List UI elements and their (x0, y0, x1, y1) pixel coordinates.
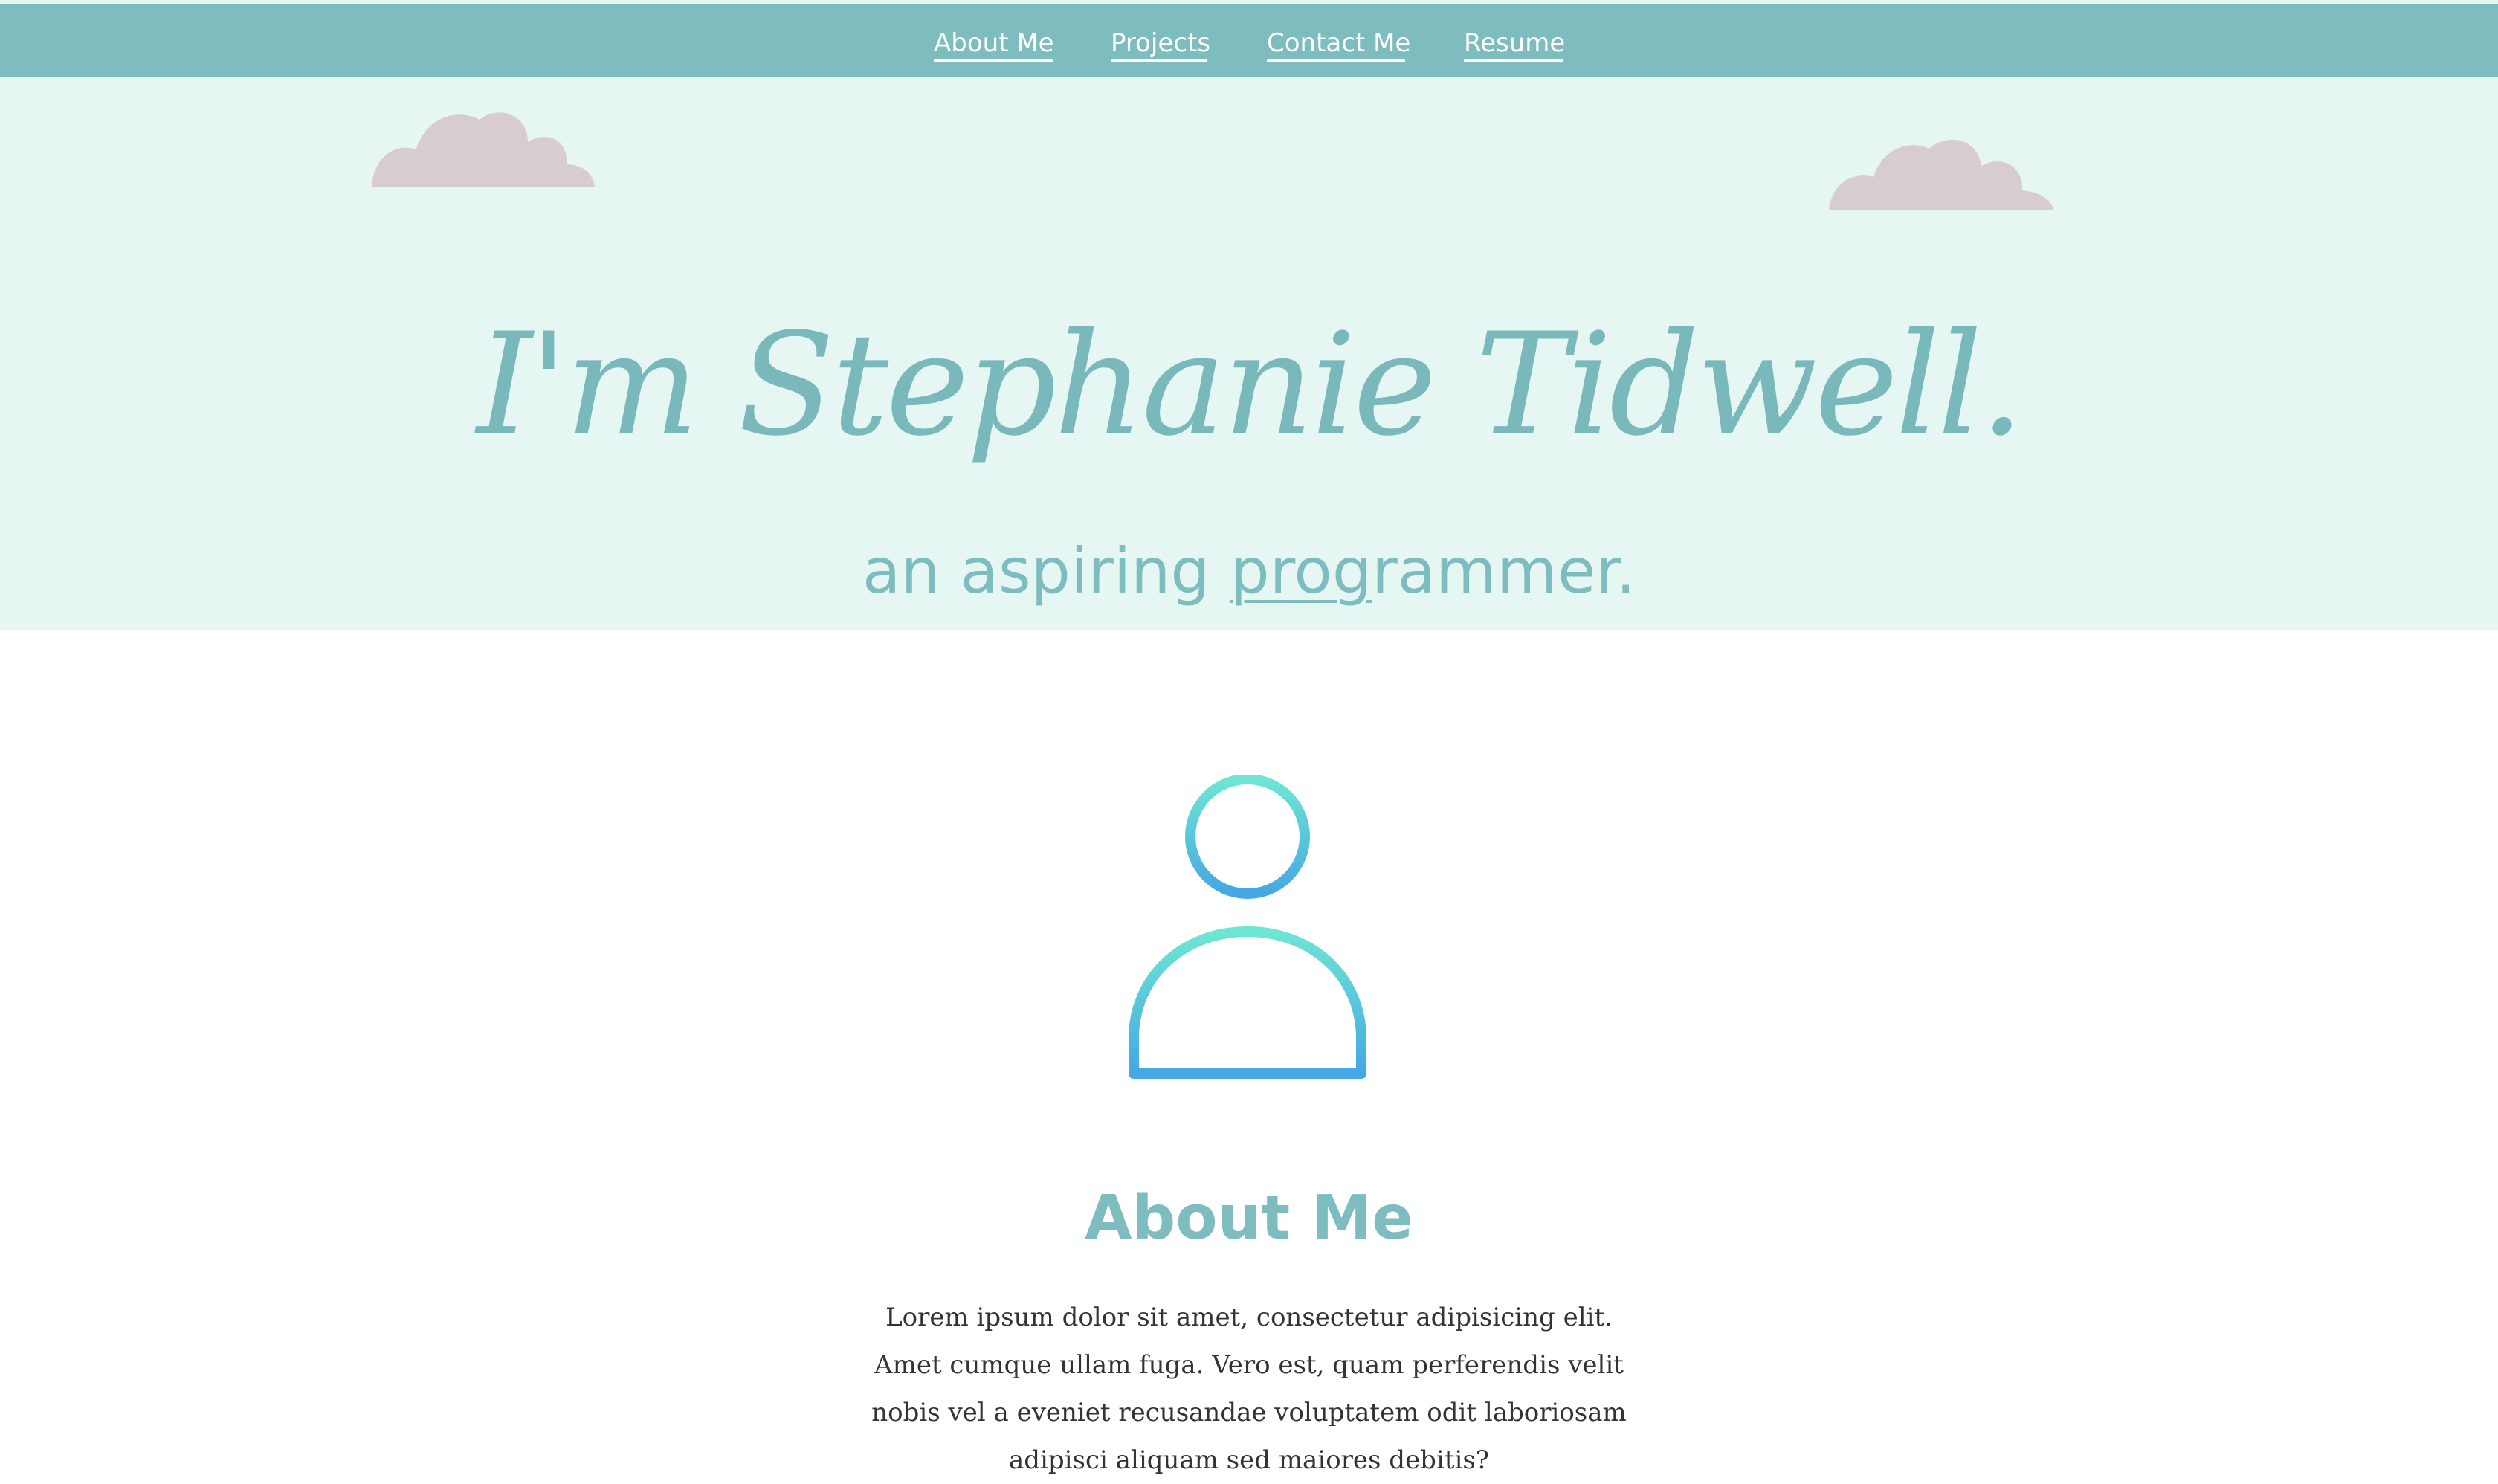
cloud-icon (1829, 139, 2053, 210)
person-icon (1129, 775, 1366, 1079)
top-navigation: About Me Projects Contact Me Resume (0, 4, 2498, 77)
nav-link-resume[interactable]: Resume (1464, 26, 1565, 63)
cloud-icon (372, 112, 595, 187)
hero-title: I'm Stephanie Tidwell. (476, 303, 2024, 467)
hero-subtitle: an aspiring programmer. (0, 534, 2498, 608)
hero-subtitle-suffix: rammer. (1372, 535, 1636, 607)
nav-link-about-me[interactable]: About Me (934, 26, 1054, 63)
hero-subtitle-prefix: an aspiring (862, 535, 1230, 607)
hero-banner: I'm Stephanie Tidwell. an aspiring progr… (0, 77, 2498, 630)
about-me-paragraph: Lorem ipsum dolor sit amet, consectetur … (871, 1303, 1627, 1475)
nav-link-contact-me[interactable]: Contact Me (1267, 26, 1410, 63)
nav-link-projects[interactable]: Projects (1111, 26, 1210, 63)
about-me-heading: About Me (1085, 1183, 1413, 1254)
hero-subtitle-underlined: prog (1230, 535, 1372, 607)
